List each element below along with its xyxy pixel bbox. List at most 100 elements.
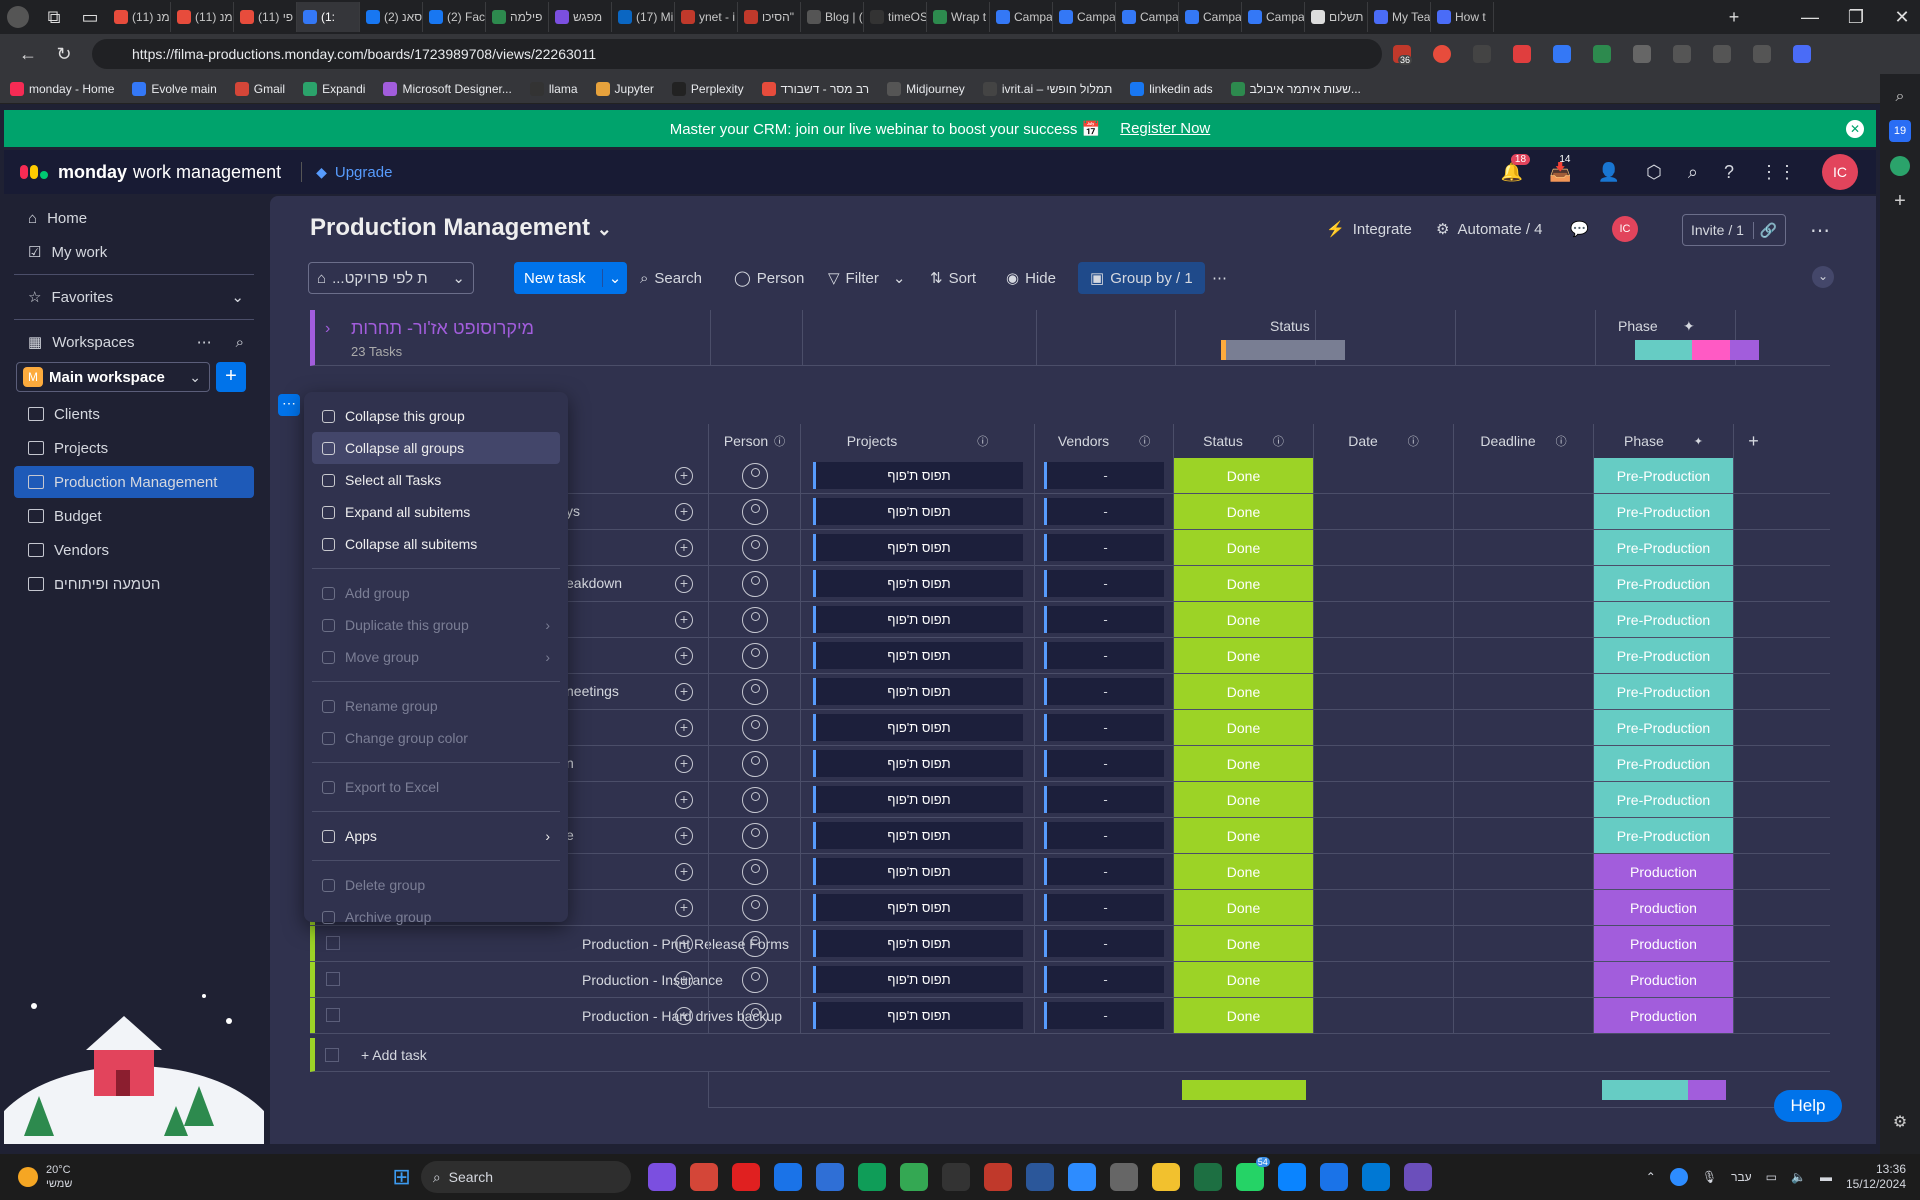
expand-all-subitems-item[interactable]: Expand all subitems [312,496,560,528]
vendors-cell[interactable]: - [1034,566,1173,601]
date-cell[interactable] [1313,818,1453,853]
phase-cell[interactable]: Production [1593,926,1733,961]
person-cell[interactable] [708,818,800,853]
add-subitem-cell[interactable]: + [660,638,708,673]
help-icon[interactable]: ? [1724,162,1734,183]
monday-logo-icon[interactable] [20,165,48,179]
store-app-icon[interactable] [1361,1163,1390,1191]
person-cell[interactable] [708,998,800,1033]
excel-app-icon[interactable] [1193,1163,1222,1191]
weather-widget[interactable]: 20°C שמשי [18,1163,72,1191]
projects-cell[interactable]: תפוס ת'פוף [800,926,1034,961]
sidebar-item-board[interactable]: Vendors [14,534,254,566]
apps-marketplace-icon[interactable]: ⬡ [1646,162,1662,183]
add-subitem-cell[interactable]: + [660,674,708,709]
deadline-cell[interactable] [1453,818,1593,853]
add-subitem-cell[interactable]: + [660,566,708,601]
bookmark-item[interactable]: Gmail [234,81,285,96]
status-cell[interactable]: Done [1173,782,1313,817]
projects-cell[interactable]: תפוס ת'פוף [800,530,1034,565]
browser-tab[interactable]: מפגש [549,2,612,32]
vendors-cell[interactable]: - [1034,674,1173,709]
collapse-toolbar-icon[interactable]: ⌄ [1812,266,1834,288]
projects-cell[interactable]: תפוס ת'פוף [800,782,1034,817]
collapsed-group[interactable]: › מיקרוסופט אז'ור- תחרות 23 Tasks Status… [310,310,1830,366]
bookmark-item[interactable]: llama [529,81,578,96]
person-cell[interactable] [708,926,800,961]
projects-cell[interactable]: תפוס ת'פוף [800,746,1034,781]
browser-tab[interactable]: ynet - i [675,2,738,32]
column-header-deadline[interactable]: Deadline ⓘ [1453,424,1593,458]
outlook-app-icon[interactable] [1319,1163,1348,1191]
collapse-all-groups-item[interactable]: Collapse all groups [312,432,560,464]
extension-icon[interactable] [1593,45,1611,63]
browser-profile-icon[interactable] [0,0,36,35]
browser-tab[interactable]: (2) Face [423,2,486,32]
bookmark-item[interactable]: Microsoft Designer... [383,81,512,96]
help-button[interactable]: Help [1774,1090,1842,1122]
browser-tab[interactable]: (11) מנ [171,2,234,32]
date-cell[interactable] [1313,530,1453,565]
vendors-cell[interactable]: - [1034,530,1173,565]
search-icon[interactable]: ⌕ [1688,162,1698,183]
deadline-cell[interactable] [1453,962,1593,997]
edge-active-app-icon[interactable] [857,1163,886,1191]
close-banner-icon[interactable]: ✕ [1846,119,1864,138]
chevron-down-icon[interactable]: ⌄ [601,269,628,287]
phase-cell[interactable]: Pre-Production [1593,710,1733,745]
deadline-cell[interactable] [1453,710,1593,745]
edge-app-icon[interactable] [773,1163,802,1191]
info-icon[interactable]: ⓘ [1556,433,1567,449]
person-cell[interactable] [708,962,800,997]
zoom-app-icon[interactable] [1067,1163,1096,1191]
date-cell[interactable] [1313,998,1453,1033]
add-subitem-cell[interactable]: + [660,602,708,637]
date-cell[interactable] [1313,890,1453,925]
add-subitem-cell[interactable]: + [660,854,708,889]
deadline-cell[interactable] [1453,602,1593,637]
bookmark-item[interactable]: monday - Home [10,81,114,96]
link-icon[interactable]: 🔗 [1752,221,1777,239]
invite-button[interactable]: Invite / 1 🔗 [1682,214,1786,246]
add-subitem-cell[interactable]: + [660,962,708,997]
gmail-app-icon[interactable] [689,1163,718,1191]
user-avatar[interactable]: IC [1822,154,1858,190]
person-cell[interactable] [708,566,800,601]
group-title[interactable]: מיקרוסופט אז'ור- תחרות [351,318,534,339]
browser-tab[interactable]: My Tea [1368,2,1431,32]
collapse-this-group-item[interactable]: Collapse this group [312,400,560,432]
date-cell[interactable] [1313,926,1453,961]
add-subitem-cell[interactable]: + [660,530,708,565]
column-header-date[interactable]: Date ⓘ [1313,424,1453,458]
taskbar-search[interactable]: ⌕ Search [420,1161,631,1193]
clock[interactable]: 13:36 15/12/2024 [1846,1162,1906,1192]
status-cell[interactable]: Done [1173,566,1313,601]
favorites-star-icon[interactable] [1673,45,1691,63]
app-switcher-icon[interactable]: ⋮⋮ [1760,162,1796,183]
date-cell[interactable] [1313,602,1453,637]
column-header-projects[interactable]: Projects ⓘ [800,424,1034,458]
deadline-cell[interactable] [1453,494,1593,529]
file-explorer-app-icon[interactable] [1151,1163,1180,1191]
add-subitem-cell[interactable]: + [660,998,708,1033]
bookmark-item[interactable]: Jupyter [595,81,654,96]
date-cell[interactable] [1313,566,1453,601]
add-subitem-cell[interactable]: + [660,746,708,781]
browser-tab[interactable]: פילמה [486,2,549,32]
workspace-selector[interactable]: M Main workspace ⌄ [16,362,210,392]
copilot-icon[interactable] [1793,45,1811,63]
browser-tab[interactable]: Campa [1242,2,1305,32]
browser-tab[interactable]: Campa [1116,2,1179,32]
microphone-icon[interactable]: 🎙 [1702,1170,1717,1184]
person-cell[interactable] [708,854,800,889]
bookmark-item[interactable]: Expandi [303,81,365,96]
vendors-cell[interactable]: - [1034,854,1173,889]
vendors-cell[interactable]: - [1034,494,1173,529]
filter-button[interactable]: ▽ Filter ⌄ [828,262,905,294]
automate-button[interactable]: ⚙ Automate / 4 [1436,220,1543,239]
board-title[interactable]: Production Management ⌄ [310,214,612,242]
browser-tab[interactable]: (1: [297,2,360,32]
duplicate-group-item[interactable]: Duplicate this group › [312,609,560,641]
info-icon[interactable]: ⓘ [1139,433,1150,449]
date-cell[interactable] [1313,494,1453,529]
